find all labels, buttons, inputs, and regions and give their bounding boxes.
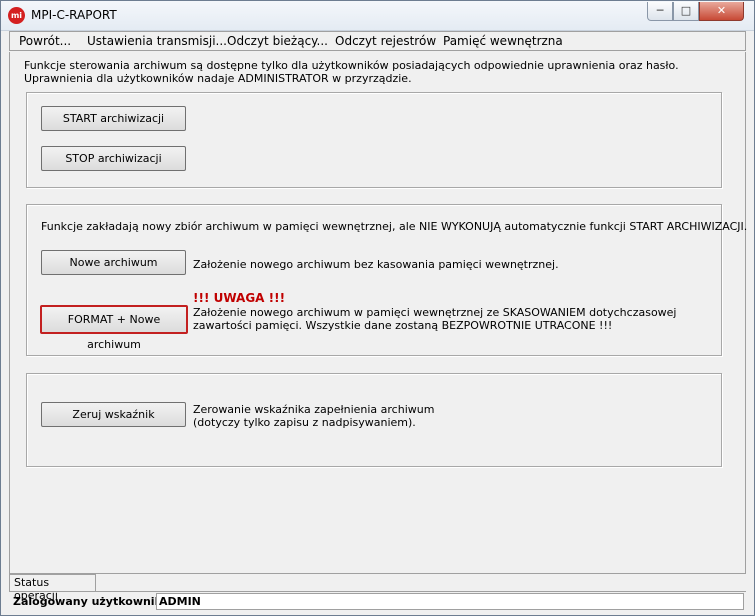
new-archive-description: Założenie nowego archiwum bez kasowania … <box>193 258 559 271</box>
start-archiving-button[interactable]: START archiwizacji <box>41 106 186 131</box>
new-archive-info: Funkcje zakładają nowy zbiór archiwum w … <box>41 220 748 233</box>
menu-odczyt-biezacy[interactable]: Odczyt bieżący... <box>227 34 328 48</box>
reset-indicator-description: Zerowanie wskaźnika zapełnienia archiwum… <box>193 403 434 429</box>
menu-pamiec-wewnetrzna[interactable]: Pamięć wewnętrzna <box>443 34 563 48</box>
intro-line-2: Uprawnienia dla użytkowników nadaje ADMI… <box>24 72 412 85</box>
logged-user-label: Zalogowany użytkownik <box>13 595 162 608</box>
status-operation-tab[interactable]: Status operacji <box>9 574 96 602</box>
minimize-button[interactable]: ─ <box>647 2 673 21</box>
app-logo-icon: mi <box>8 7 25 24</box>
format-new-archive-button[interactable]: FORMAT + Nowe archiwum <box>40 305 188 351</box>
intro-line-1: Funkcje sterowania archiwum są dostępne … <box>24 59 679 72</box>
window-title: MPI-C-RAPORT <box>31 8 117 22</box>
close-button[interactable]: ✕ <box>699 2 744 21</box>
format-description-line-2: zawartości pamięci. Wszystkie dane zosta… <box>193 319 613 332</box>
reset-description-line-1: Zerowanie wskaźnika zapełnienia archiwum <box>193 403 435 416</box>
intro-text: Funkcje sterowania archiwum są dostępne … <box>24 59 679 85</box>
reset-indicator-button[interactable]: Zeruj wskaźnik <box>41 402 186 427</box>
format-description: Założenie nowego archiwum w pamięci wewn… <box>193 306 677 332</box>
menu-bar: Powrót... Ustawienia transmisji... Odczy… <box>9 31 746 51</box>
warning-label: !!! UWAGA !!! <box>193 291 286 305</box>
menu-odczyt-rejestrow[interactable]: Odczyt rejestrów <box>335 34 436 48</box>
stop-archiving-button[interactable]: STOP archiwizacji <box>41 146 186 171</box>
status-bar: Zalogowany użytkownik ADMIN <box>9 591 746 611</box>
menu-powrot[interactable]: Powrót... <box>19 34 71 48</box>
menu-ustawienia-transmisji[interactable]: Ustawienia transmisji... <box>87 34 227 48</box>
main-window: mi MPI-C-RAPORT ─ □ ✕ Powrót... Ustawien… <box>0 0 755 616</box>
title-bar[interactable]: mi MPI-C-RAPORT ─ □ ✕ <box>1 1 754 31</box>
new-archive-button[interactable]: Nowe archiwum <box>41 250 186 275</box>
reset-description-line-2: (dotyczy tylko zapisu z nadpisywaniem). <box>193 416 416 429</box>
format-description-line-1: Założenie nowego archiwum w pamięci wewn… <box>193 306 677 319</box>
maximize-button[interactable]: □ <box>673 2 699 21</box>
logged-user-value: ADMIN <box>156 593 744 610</box>
